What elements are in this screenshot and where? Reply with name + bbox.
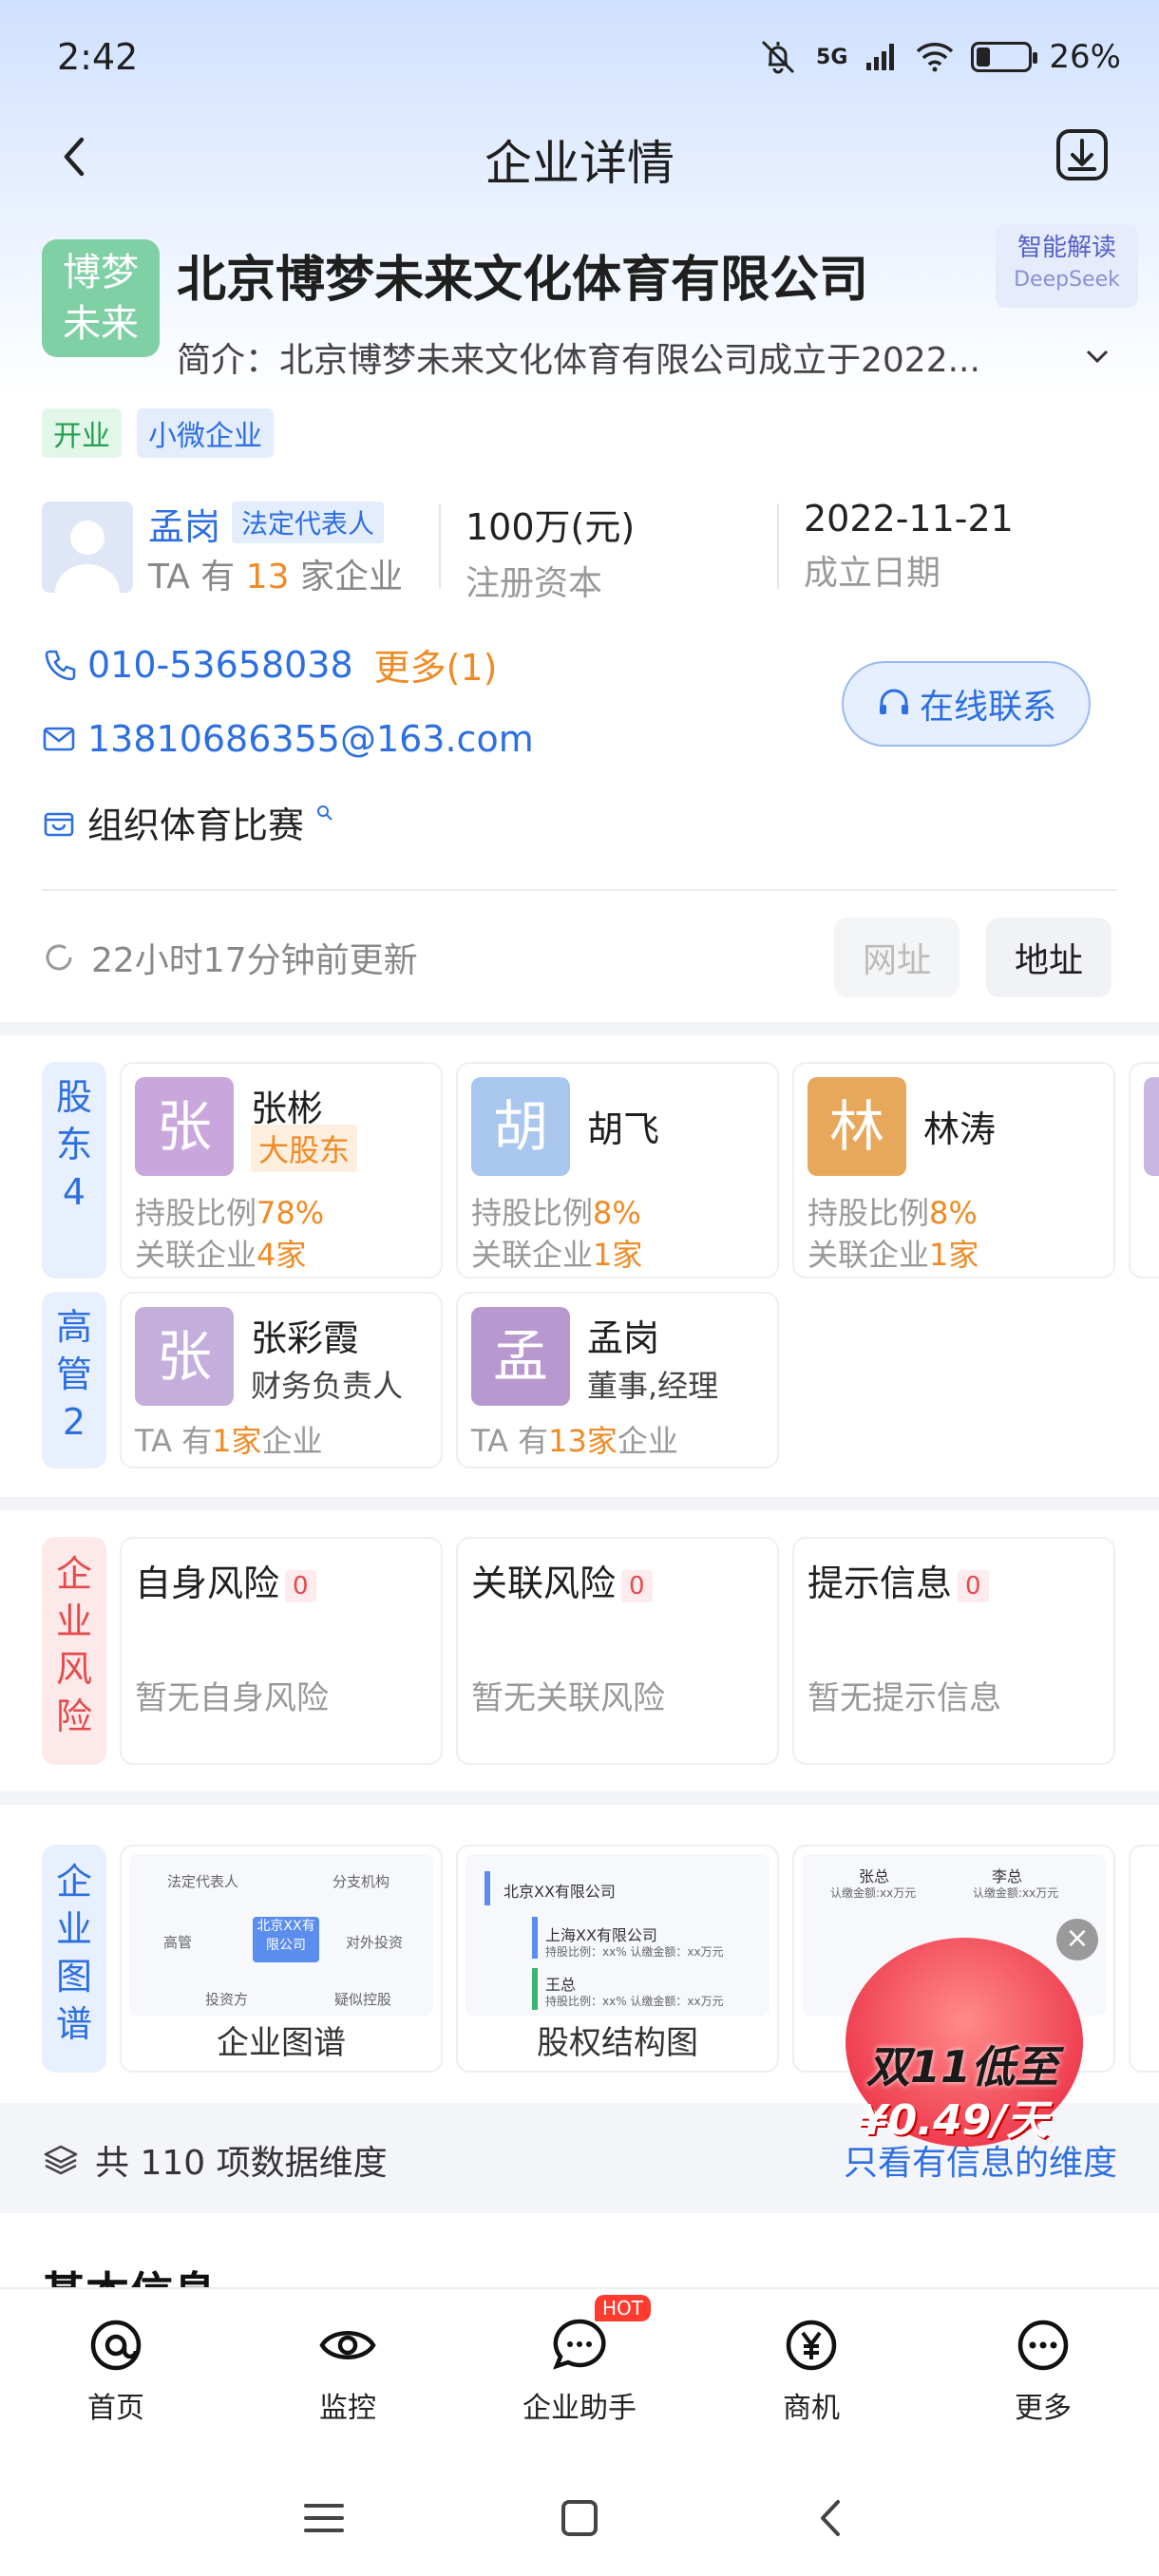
online-contact-button[interactable]: 在线联系 (842, 661, 1091, 747)
section-separator (0, 1022, 1159, 1035)
phone-number[interactable]: 010-53658038 (87, 644, 353, 686)
eye-icon (319, 2331, 376, 2359)
shareholders-label-text: 股东 (55, 1076, 92, 1165)
graph-card-partial[interactable] (1129, 1845, 1159, 2073)
company-name: 北京博梦未来文化体育有限公司 (177, 252, 869, 309)
shareholder-card[interactable]: 胡 胡飞 持股比例8% 关联企业1家 (456, 1062, 779, 1279)
business-scope[interactable]: 组织体育比赛 (87, 796, 304, 848)
tab-business[interactable]: 商机 (716, 2289, 906, 2449)
chat-icon (553, 2319, 606, 2370)
tab-home[interactable]: 首页 (21, 2289, 211, 2449)
phone-more-link[interactable]: 更多(1) (374, 638, 498, 691)
more-icon (1017, 2320, 1069, 2371)
ai-interpret-button[interactable]: 智能解读 DeepSeek (996, 224, 1138, 308)
divider (42, 889, 1117, 891)
mute-icon (761, 40, 795, 74)
status-time: 2:42 (57, 36, 139, 78)
status-badge: 开业 (42, 408, 122, 458)
email-icon (43, 727, 75, 751)
phone-row[interactable]: 010-53658038 更多(1) (42, 638, 497, 691)
promo-floating-ad[interactable]: 双11低至 ¥0.49/天 × (846, 1919, 1102, 2166)
company-tags: 开业 小微企业 (42, 408, 274, 458)
company-intro[interactable]: 简介：北京博梦未来文化体育有限公司成立于2022... (177, 332, 1032, 382)
signal-icon (866, 44, 895, 70)
phone-icon (45, 650, 76, 680)
scale-badge: 小微企业 (137, 408, 274, 458)
status-bar: 2:42 5G 26% (57, 28, 1121, 85)
store-icon (44, 812, 74, 836)
company-logo: 博梦 未来 (42, 239, 160, 357)
equity-structure-thumbnail: 北京XX有限公司 上海XX有限公司 持股比例：xx% 认缴金额：xx万元 王总 … (466, 1854, 770, 2016)
email-address[interactable]: 13810686355@163.com (87, 718, 534, 760)
home-at-icon (90, 2320, 142, 2371)
chevron-down-icon[interactable] (1083, 342, 1112, 370)
menu-icon[interactable] (300, 2494, 348, 2542)
registered-capital: 100万(元) 注册资本 (466, 506, 636, 603)
enterprise-graph-card[interactable]: 北京XX有限公司 法定代表人 分支机构 高管 对外投资 投资方 疑似控股 企业图… (120, 1845, 443, 2073)
graph-label[interactable]: 企业图谱 (42, 1845, 106, 2073)
tab-monitor[interactable]: 监控 (253, 2289, 443, 2449)
email-row[interactable]: 13810686355@163.com (42, 718, 534, 760)
hint-info-card[interactable]: 提示信息 0 暂无提示信息 (792, 1537, 1115, 1765)
section-separator (0, 1791, 1159, 1805)
equity-structure-card[interactable]: 北京XX有限公司 上海XX有限公司 持股比例：xx% 认缴金额：xx万元 王总 … (456, 1845, 779, 2073)
tab-more[interactable]: 更多 (948, 2289, 1138, 2449)
shareholder-card[interactable]: 林 林涛 持股比例8% 关联企业1家 (792, 1062, 1115, 1279)
yuan-icon (786, 2320, 837, 2371)
home-square-icon[interactable] (556, 2494, 603, 2542)
executive-card[interactable]: 孟 孟岗 董事,经理 TA 有13家企业 (456, 1292, 779, 1468)
establish-date: 2022-11-21 成立日期 (804, 498, 1014, 593)
representative-row: 孟岗 法定代表人 TA 有 13 家企业 100万(元) 注册资本 2022-1… (42, 494, 1117, 603)
executives-label[interactable]: 高管 2 (42, 1292, 106, 1468)
shareholder-card-partial[interactable] (1129, 1062, 1159, 1279)
battery-icon (971, 42, 1038, 72)
related-risk-card[interactable]: 关联风险 0 暂无关联风险 (456, 1537, 779, 1765)
section-separator (0, 1497, 1159, 1510)
close-icon[interactable]: × (1056, 1919, 1098, 1960)
divider (777, 503, 779, 589)
network-type: 5G (816, 45, 848, 69)
divider (439, 503, 441, 589)
shareholders-label[interactable]: 股东 4 (42, 1062, 106, 1279)
representative-role-badge: 法定代表人 (232, 502, 385, 543)
wifi-icon (917, 43, 954, 72)
back-nav-icon[interactable] (808, 2494, 855, 2542)
layers-icon (44, 2145, 78, 2175)
battery-level: 26% (1049, 38, 1121, 76)
enterprise-graph-thumbnail: 北京XX有限公司 法定代表人 分支机构 高管 对外投资 投资方 疑似控股 (129, 1854, 433, 2016)
page-title: 企业详情 (484, 136, 674, 191)
representative-name[interactable]: 孟岗 (148, 498, 220, 550)
risk-label[interactable]: 企业风险 (42, 1537, 106, 1765)
bottom-tab-bar: 首页 监控 HOT 企业助手 商机 更多 (0, 2287, 1159, 2449)
nav-bar: 企业详情 (0, 114, 1159, 199)
system-nav-bar (0, 2460, 1159, 2576)
refresh-icon (46, 944, 72, 971)
avatar[interactable] (42, 502, 133, 593)
business-scope-row[interactable]: 组织体育比赛 (42, 796, 334, 848)
shareholder-card[interactable]: 张 张彬 大股东 持股比例78% 关联企业4家 (120, 1062, 443, 1279)
update-info: 22小时17分钟前更新 (42, 933, 418, 982)
major-shareholder-badge: 大股东 (251, 1125, 358, 1172)
website-button[interactable]: 网址 (834, 918, 960, 997)
self-risk-card[interactable]: 自身风险 0 暂无自身风险 (120, 1537, 443, 1765)
headset-icon (879, 689, 908, 714)
address-button[interactable]: 地址 (986, 918, 1112, 997)
tab-assistant[interactable]: HOT 企业助手 (484, 2289, 674, 2449)
hot-badge: HOT (595, 2295, 651, 2321)
executives-label-text: 高管 (55, 1306, 92, 1395)
download-icon[interactable] (1053, 125, 1112, 184)
executive-card[interactable]: 张 张彩霞 财务负责人 TA 有1家企业 (120, 1292, 443, 1468)
search-icon[interactable] (315, 804, 334, 823)
representative-company-count[interactable]: TA 有 13 家企业 (148, 549, 403, 598)
